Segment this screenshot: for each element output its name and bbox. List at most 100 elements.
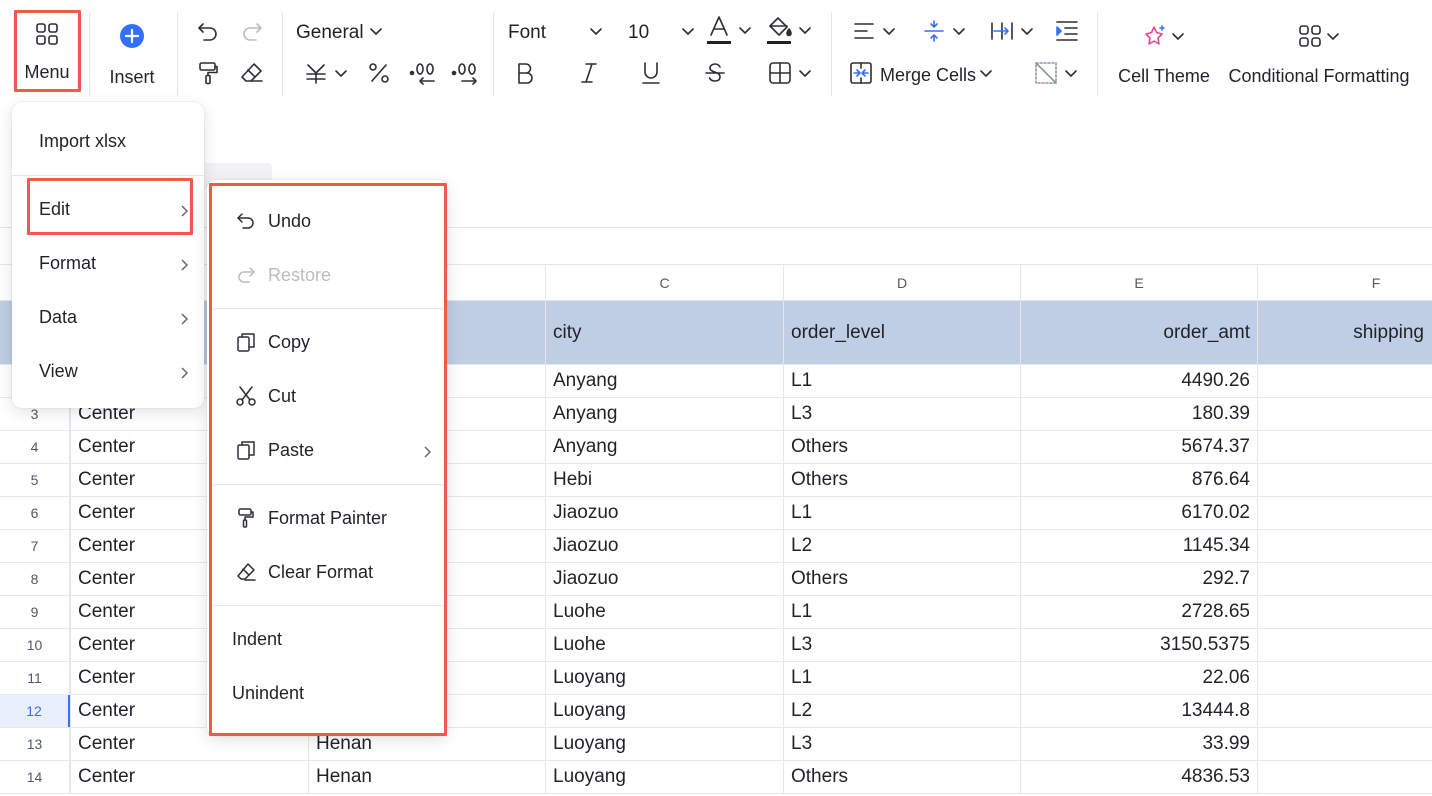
table-cell[interactable] xyxy=(1257,728,1432,760)
row-number[interactable]: 11 xyxy=(0,662,70,694)
row-number[interactable]: 10 xyxy=(0,629,70,661)
redo-button[interactable] xyxy=(237,18,267,48)
table-cell[interactable]: 4836.53 xyxy=(1020,761,1257,793)
menu-item-format-painter[interactable]: Format Painter xyxy=(211,496,443,540)
table-cell[interactable]: 5674.37 xyxy=(1020,431,1257,463)
column-header-f[interactable]: F xyxy=(1257,265,1432,301)
table-cell[interactable]: L2 xyxy=(783,695,1020,727)
table-cell[interactable]: Anyang xyxy=(545,365,783,397)
table-cell[interactable]: 13444.8 xyxy=(1020,695,1257,727)
table-cell[interactable] xyxy=(1257,365,1432,397)
table-cell[interactable]: 4490.26 xyxy=(1020,365,1257,397)
font-color-button[interactable] xyxy=(702,14,756,50)
conditional-formatting-button[interactable]: Conditional Formatting xyxy=(1224,20,1414,90)
menu-button[interactable]: Menu xyxy=(14,10,80,92)
table-cell[interactable] xyxy=(1257,761,1432,793)
table-cell[interactable] xyxy=(1257,563,1432,595)
row-number[interactable]: 14 xyxy=(0,761,70,793)
table-cell[interactable] xyxy=(1257,596,1432,628)
decrease-decimal-button[interactable] xyxy=(406,60,440,90)
table-cell[interactable]: Henan xyxy=(308,761,545,793)
table-cell[interactable]: L1 xyxy=(783,596,1020,628)
table-cell[interactable]: Anyang xyxy=(545,431,783,463)
table-cell[interactable] xyxy=(1257,497,1432,529)
table-cell[interactable]: Others xyxy=(783,761,1020,793)
table-cell[interactable]: Hebi xyxy=(545,464,783,496)
table-cell[interactable]: Others xyxy=(783,464,1020,496)
table-cell[interactable]: Jiaozuo xyxy=(545,530,783,562)
table-cell[interactable] xyxy=(1257,629,1432,661)
header-cell-city[interactable]: city xyxy=(545,301,783,364)
row-number[interactable]: 9 xyxy=(0,596,70,628)
table-cell[interactable] xyxy=(1257,464,1432,496)
menu-item-import-xlsx[interactable]: Import xlsx xyxy=(12,118,204,164)
table-cell[interactable] xyxy=(1257,431,1432,463)
column-header-c[interactable]: C xyxy=(545,265,783,301)
format-painter-button[interactable] xyxy=(193,60,223,90)
row-number[interactable]: 7 xyxy=(0,530,70,562)
table-cell[interactable]: L1 xyxy=(783,662,1020,694)
row-number[interactable]: 8 xyxy=(0,563,70,595)
table-cell[interactable]: L3 xyxy=(783,398,1020,430)
menu-item-cut[interactable]: Cut xyxy=(211,374,443,418)
menu-item-indent[interactable]: Indent xyxy=(211,617,443,661)
number-format-select[interactable]: General xyxy=(296,18,392,48)
row-number[interactable]: 6 xyxy=(0,497,70,529)
menu-item-unindent[interactable]: Unindent xyxy=(211,671,443,715)
table-cell[interactable]: Luohe xyxy=(545,596,783,628)
menu-item-data[interactable]: Data xyxy=(12,294,204,340)
table-cell[interactable]: L1 xyxy=(783,497,1020,529)
table-cell[interactable]: Luoyang xyxy=(545,695,783,727)
table-cell[interactable]: 1145.34 xyxy=(1020,530,1257,562)
table-cell[interactable]: 22.06 xyxy=(1020,662,1257,694)
table-cell[interactable]: Jiaozuo xyxy=(545,563,783,595)
table-cell[interactable]: 3150.5375 xyxy=(1020,629,1257,661)
table-cell[interactable] xyxy=(1257,530,1432,562)
table-cell[interactable]: 6170.02 xyxy=(1020,497,1257,529)
borders-button[interactable] xyxy=(762,60,818,90)
menu-item-view[interactable]: View xyxy=(12,348,204,394)
table-cell[interactable]: Luoyang xyxy=(545,662,783,694)
table-cell[interactable] xyxy=(1257,695,1432,727)
table-cell[interactable] xyxy=(1257,398,1432,430)
diagonal-border-button[interactable] xyxy=(1028,60,1084,90)
row-number[interactable]: 4 xyxy=(0,431,70,463)
table-cell[interactable]: 876.64 xyxy=(1020,464,1257,496)
table-cell[interactable]: 33.99 xyxy=(1020,728,1257,760)
table-cell[interactable]: Anyang xyxy=(545,398,783,430)
table-cell[interactable]: Luohe xyxy=(545,629,783,661)
insert-button[interactable]: Insert xyxy=(100,20,164,90)
currency-format-button[interactable] xyxy=(298,60,354,90)
menu-item-restore[interactable]: Restore xyxy=(211,253,443,297)
table-cell[interactable]: Luoyang xyxy=(545,728,783,760)
strikethrough-button[interactable] xyxy=(700,60,730,90)
italic-button[interactable] xyxy=(574,60,604,90)
header-cell-order-level[interactable]: order_level xyxy=(783,301,1020,364)
font-size-select[interactable]: 10 xyxy=(628,18,696,48)
cell-theme-button[interactable]: Cell Theme xyxy=(1112,20,1216,90)
table-cell[interactable]: L3 xyxy=(783,629,1020,661)
menu-item-format[interactable]: Format xyxy=(12,240,204,286)
menu-item-clear-format[interactable]: Clear Format xyxy=(211,550,443,594)
menu-item-paste[interactable]: Paste xyxy=(211,428,443,472)
underline-button[interactable] xyxy=(636,60,666,90)
table-cell[interactable]: Center xyxy=(70,761,308,793)
row-number[interactable]: 12 xyxy=(0,695,70,727)
header-cell-shipping[interactable]: shipping xyxy=(1257,301,1432,364)
merge-cells-button[interactable]: Merge Cells xyxy=(848,60,1000,90)
fill-color-button[interactable] xyxy=(762,14,816,50)
table-cell[interactable]: 2728.65 xyxy=(1020,596,1257,628)
horizontal-align-button[interactable] xyxy=(846,18,902,48)
menu-item-edit[interactable]: Edit xyxy=(12,186,204,232)
table-cell[interactable]: L3 xyxy=(783,728,1020,760)
font-family-select[interactable]: Font xyxy=(508,18,604,48)
undo-button[interactable] xyxy=(193,18,223,48)
table-cell[interactable]: Luoyang xyxy=(545,761,783,793)
table-cell[interactable]: 180.39 xyxy=(1020,398,1257,430)
increase-decimal-button[interactable] xyxy=(448,60,482,90)
column-header-d[interactable]: D xyxy=(783,265,1020,301)
table-cell[interactable]: Jiaozuo xyxy=(545,497,783,529)
header-cell-order-amt[interactable]: order_amt xyxy=(1020,301,1257,364)
menu-item-copy[interactable]: Copy xyxy=(211,320,443,364)
vertical-align-button[interactable] xyxy=(916,18,972,48)
